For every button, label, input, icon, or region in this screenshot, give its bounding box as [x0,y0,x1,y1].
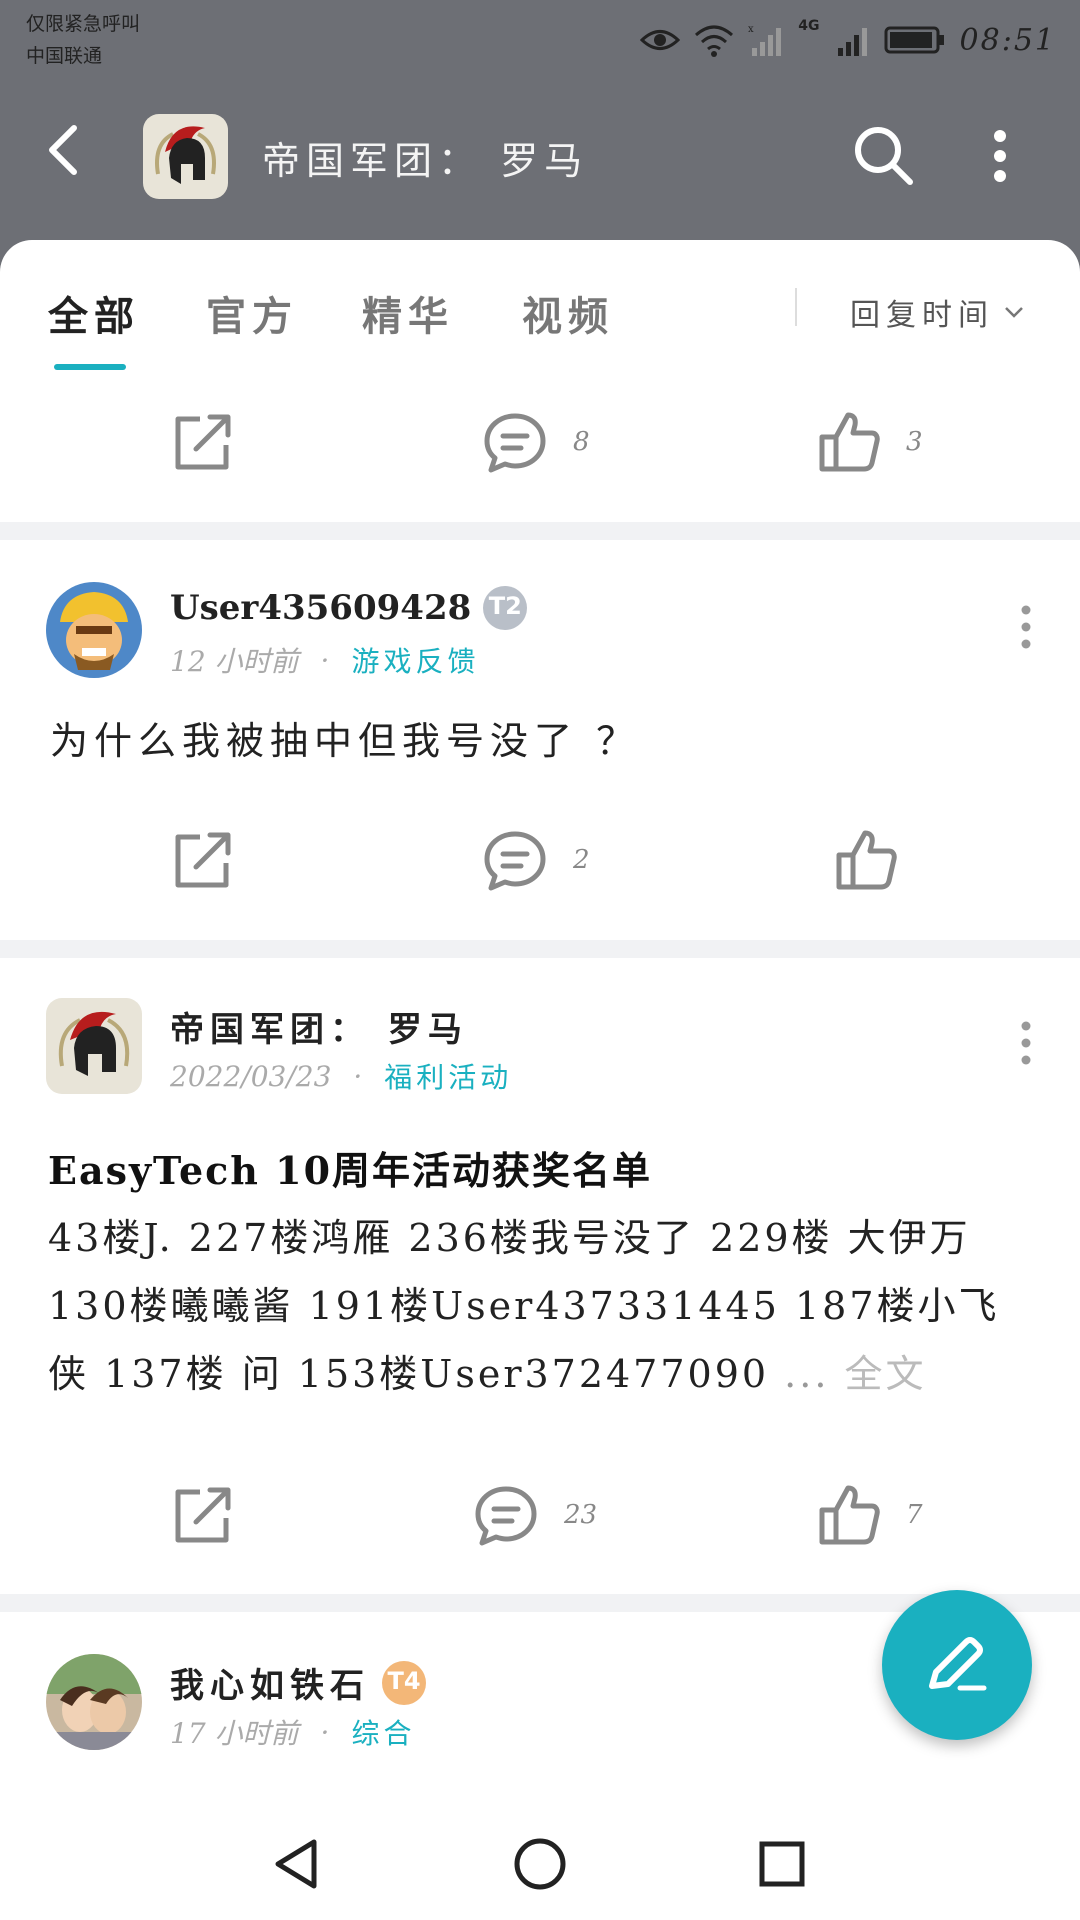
post-meta: 17 小时前 · 综合 [170,1712,415,1752]
comment-button[interactable]: 23 [474,1470,597,1560]
post-category[interactable]: 综合 [351,1712,415,1752]
chevron-down-icon [1005,307,1023,318]
meta-dot: · [353,1059,363,1093]
search-icon[interactable] [850,122,916,188]
post-text[interactable]: 为什么我被抽中但我号没了 ？ [50,710,1040,765]
post-time: 17 小时前 [170,1717,299,1750]
post-header: 帝国军团： 罗马 2022/03/23 · 福利活动 [46,998,1036,1098]
app-header: 帝国军团： 罗马 [0,90,1080,220]
meta-dot: · [320,1715,330,1749]
comment-count: 8 [573,427,590,457]
author-name[interactable]: 我心如铁石 [170,1658,370,1707]
signal-icon [837,28,867,56]
nav-back-icon[interactable] [266,1832,330,1896]
compose-button[interactable] [882,1590,1032,1740]
action-row: 8 3 [0,397,1080,487]
nav-recents-icon[interactable] [750,1832,814,1896]
more-icon[interactable] [980,126,1020,186]
author-name-row: User435609428 T2 [170,586,528,630]
post-body[interactable]: 43楼J. 227楼鸿雁 236楼我号没了 229楼 大伊万 130楼曦曦酱 1… [48,1204,1038,1408]
post-category[interactable]: 游戏反馈 [351,640,479,680]
avatar[interactable] [46,582,142,678]
share-button[interactable] [172,397,234,487]
game-logo [143,114,228,199]
tab-indicator [54,364,126,370]
level-badge: T2 [483,586,528,630]
level-label: T4 [387,1666,421,1695]
content-sheet: 全部 官方 精华 视频 回复时间 8 3 User435609428 T2 12… [0,240,1080,1810]
post-more-icon[interactable] [1016,602,1036,652]
eye-icon [640,30,681,50]
tab-all[interactable]: 全部 [48,284,140,342]
back-icon[interactable] [38,120,98,180]
like-button[interactable]: 7 [818,1470,923,1560]
share-button[interactable] [172,815,234,905]
share-icon [175,1487,231,1543]
full-text-link[interactable]: 全文 [845,1352,927,1396]
status-icons: x 4G 08:51 [640,18,1056,62]
like-button[interactable] [835,815,897,905]
post-meta: 12 小时前 · 游戏反馈 [170,640,479,680]
action-row: 23 7 [0,1470,1080,1560]
sort-label: 回复时间 [850,298,994,333]
like-count: 3 [906,427,923,457]
ellipsis: ... [784,1352,830,1396]
tab-video[interactable]: 视频 [522,284,614,342]
sort-dropdown[interactable]: 回复时间 [850,290,1024,334]
post-title[interactable]: EasyTech 10周年活动获奖名单 [48,1140,1038,1195]
comment-icon [484,831,546,891]
status-bar: 仅限紧急呼叫 中国联通 x 4G 08:51 [0,0,1080,80]
author-name-row: 我心如铁石 T4 [170,1658,426,1707]
author-name[interactable]: User435609428 [170,588,471,628]
edit-icon [929,1637,987,1691]
like-count: 7 [906,1500,923,1530]
like-icon [819,1485,880,1545]
post-meta: 2022/03/23 · 福利活动 [170,1056,512,1096]
signal-off-icon: x [748,24,782,56]
share-icon [175,414,231,470]
divider [0,522,1080,540]
carrier-info: 仅限紧急呼叫 中国联通 [26,8,140,72]
level-label: T2 [488,592,522,620]
tab-divider [795,288,797,326]
carrier-line-2: 中国联通 [26,45,103,67]
like-icon [836,830,897,890]
clock: 08:51 [959,22,1056,58]
meta-dot: · [320,643,330,677]
level-badge: T4 [382,1660,426,1705]
comment-count: 23 [564,1500,598,1530]
carrier-line-1: 仅限紧急呼叫 [26,13,141,35]
nav-home-icon[interactable] [508,1832,572,1896]
post-more-icon[interactable] [1016,1018,1036,1068]
tab-bar: 全部 官方 精华 视频 回复时间 [0,240,1080,370]
battery-icon [884,26,944,54]
post-category[interactable]: 福利活动 [384,1056,512,1096]
network-type: 4G [798,18,820,34]
avatar[interactable] [46,1654,142,1750]
tab-official[interactable]: 官方 [206,284,298,342]
comment-count: 2 [573,845,590,875]
tab-featured[interactable]: 精华 [362,284,454,342]
comment-button[interactable]: 2 [483,815,590,905]
author-name-row: 帝国军团： 罗马 [170,1002,468,1051]
avatar[interactable] [46,998,142,1094]
post-time: 2022/03/23 [170,1059,332,1093]
divider [0,940,1080,958]
post-time: 12 小时前 [170,645,299,678]
svg-text:x: x [748,24,754,35]
author-name[interactable]: 帝国军团： 罗马 [170,1002,468,1051]
like-button[interactable]: 3 [818,397,923,487]
system-nav-bar [0,1810,1080,1920]
wifi-icon [695,25,734,57]
comment-icon [484,413,546,473]
share-icon [175,832,231,888]
action-row: 2 [0,815,1080,905]
like-icon [819,412,880,472]
page-title: 帝国军团： 罗马 [262,139,589,183]
post-header: User435609428 T2 12 小时前 · 游戏反馈 [46,582,1036,682]
comment-button[interactable]: 8 [483,397,590,487]
share-button[interactable] [172,1470,234,1560]
comment-icon [475,1486,537,1546]
